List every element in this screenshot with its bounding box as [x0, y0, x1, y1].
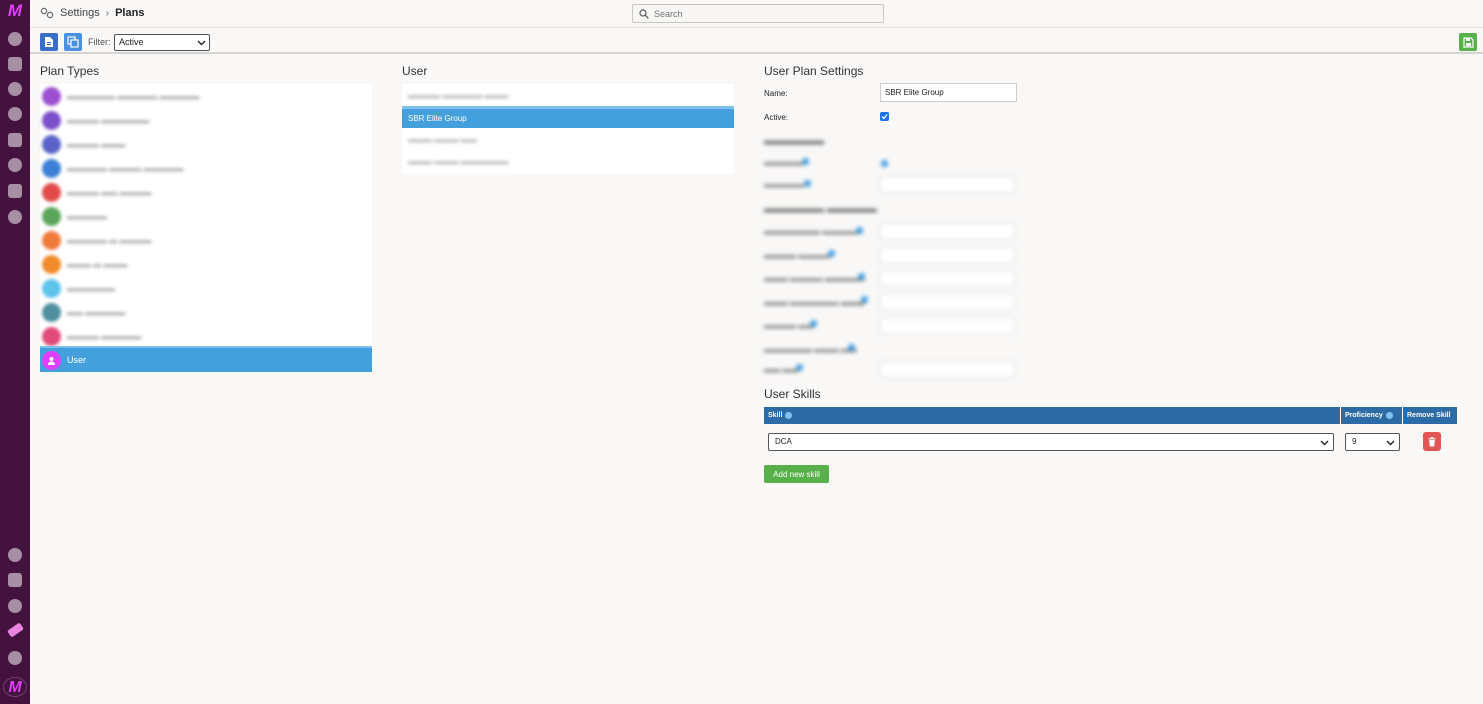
plan-type-icon — [42, 254, 61, 274]
top-bar: Settings › Plans — [30, 0, 1483, 28]
list-item[interactable]: ▬▬▬ ▬ ▬▬▬ — [40, 252, 372, 276]
plan-type-icon — [42, 158, 61, 178]
plans-icon[interactable] — [8, 184, 22, 198]
plan-type-icon — [42, 230, 61, 250]
new-document-icon — [45, 37, 53, 47]
proficiency-select[interactable]: 9 — [1345, 433, 1400, 451]
dashboard-icon[interactable] — [8, 32, 22, 46]
list-item[interactable]: ▬▬▬ ▬▬▬ ▬▬▬▬▬▬ — [402, 150, 734, 172]
bottom-icon-1[interactable] — [8, 548, 22, 562]
list-item[interactable]: ▬▬▬▬▬ ▬ ▬▬▬▬ — [40, 228, 372, 252]
search-icon — [639, 8, 649, 19]
bottom-icon-3[interactable] — [8, 599, 22, 613]
user-item-label: SBR Elite Group — [408, 114, 467, 123]
name-input[interactable]: SBR Elite Group — [880, 83, 1017, 102]
trash-icon — [1428, 436, 1436, 446]
new-plan-button[interactable] — [40, 33, 58, 51]
active-label: Active: — [764, 113, 789, 122]
list-item[interactable]: ▬▬ ▬▬▬▬▬ — [40, 300, 372, 324]
list-item[interactable]: ▬▬▬▬ ▬▬▬▬▬ — [40, 324, 372, 348]
app-rail: M M — [0, 0, 30, 704]
chevron-down-icon — [197, 40, 206, 46]
list-item[interactable]: ▬▬▬▬ ▬▬ ▬▬▬▬ — [40, 180, 372, 204]
user-icon — [42, 350, 61, 370]
plan-type-icon — [42, 182, 61, 202]
reports-icon[interactable] — [8, 133, 22, 147]
pencil-icon[interactable] — [7, 622, 24, 638]
save-icon — [1462, 36, 1474, 48]
bottom-icon-5[interactable] — [8, 651, 22, 665]
plan-type-icon — [42, 278, 61, 298]
settings-gears-icon — [40, 7, 54, 19]
breadcrumb-current: Plans — [115, 7, 145, 19]
filter-value: Active — [119, 37, 144, 47]
list-item[interactable]: ▬▬▬▬ ▬▬▬▬▬ ▬▬▬ — [402, 84, 734, 106]
check-icon — [881, 114, 888, 120]
copy-plan-button[interactable] — [64, 33, 82, 51]
user-panel-title: User — [402, 64, 428, 78]
remove-skill-button[interactable] — [1423, 432, 1441, 451]
brand-badge: M — [3, 677, 27, 697]
chevron-down-icon — [1386, 440, 1395, 446]
plan-type-icon — [42, 326, 61, 346]
save-button[interactable] — [1459, 33, 1477, 51]
plan-types-title: Plan Types — [40, 64, 100, 78]
user-item-selected[interactable]: SBR Elite Group — [402, 106, 734, 128]
users-icon[interactable] — [8, 107, 22, 121]
schedule-icon[interactable] — [8, 57, 22, 71]
chevron-down-icon — [1320, 440, 1329, 446]
settings-title: User Plan Settings — [764, 64, 864, 78]
add-skill-button[interactable]: Add new skill — [764, 465, 829, 483]
search-box[interactable] — [632, 4, 884, 23]
info-icon[interactable] — [1385, 412, 1393, 419]
plan-type-icon — [42, 134, 61, 154]
plan-type-icon — [42, 110, 61, 130]
filter-select[interactable]: Active — [114, 34, 210, 51]
active-checkbox[interactable] — [880, 112, 889, 121]
proficiency-column-header: Proficiency — [1341, 407, 1403, 424]
plan-type-icon — [42, 86, 61, 106]
copy-icon — [67, 36, 79, 48]
plan-type-label: User — [67, 355, 87, 365]
plan-type-icon — [42, 302, 61, 322]
remove-column-header: Remove Skill — [1407, 412, 1451, 419]
toolbar: Filter: Active — [30, 30, 1483, 54]
list-item[interactable]: ▬▬▬▬ ▬▬▬▬▬▬ — [40, 108, 372, 132]
gear-icon[interactable] — [8, 210, 22, 224]
app-logo[interactable]: M — [4, 2, 26, 20]
breadcrumb: Settings › Plans — [40, 7, 144, 19]
breadcrumb-settings[interactable]: Settings — [60, 7, 100, 19]
skills-title: User Skills — [764, 387, 821, 401]
settings-icon[interactable] — [8, 82, 22, 96]
user-list: ▬▬▬▬ ▬▬▬▬▬ ▬▬▬ SBR Elite Group ▬▬▬ ▬▬▬ ▬… — [402, 84, 734, 174]
list-item[interactable]: ▬▬▬▬▬ ▬▬▬▬ ▬▬▬▬▬ — [40, 156, 372, 180]
search-input[interactable] — [654, 8, 874, 19]
stats-icon[interactable] — [8, 158, 22, 172]
bottom-icon-2[interactable] — [8, 573, 22, 587]
plan-type-user[interactable]: User — [40, 346, 372, 372]
list-item[interactable]: ▬▬▬▬▬▬ — [40, 276, 372, 300]
skill-value: DCA — [775, 437, 792, 446]
redacted-settings: ▬▬▬▬▬▬ ▬▬▬▬▬ ▬▬▬▬▬ ▬▬▬▬▬▬ ▬▬▬▬▬ ▬▬▬▬▬▬▬ … — [764, 134, 1024, 379]
filter-label: Filter: — [88, 37, 111, 47]
proficiency-value: 9 — [1352, 437, 1357, 446]
skills-table-header: Skill Proficiency Remove Skill — [764, 407, 1457, 424]
name-label: Name: — [764, 89, 788, 98]
list-item[interactable]: ▬▬▬▬ ▬▬▬ — [40, 132, 372, 156]
plan-types-list: ▬▬▬▬▬▬ ▬▬▬▬▬ ▬▬▬▬▬ ▬▬▬▬ ▬▬▬▬▬▬ ▬▬▬▬ ▬▬▬ … — [40, 84, 372, 372]
list-item[interactable]: ▬▬▬▬▬ — [40, 204, 372, 228]
skill-select[interactable]: DCA — [768, 433, 1334, 451]
skill-column-header: Skill — [764, 407, 1341, 424]
list-item[interactable]: ▬▬▬ ▬▬▬ ▬▬ — [402, 128, 734, 150]
info-icon[interactable] — [785, 412, 793, 419]
list-item[interactable]: ▬▬▬▬▬▬ ▬▬▬▬▬ ▬▬▬▬▬ — [40, 84, 372, 108]
breadcrumb-separator: › — [105, 7, 110, 19]
plan-type-icon — [42, 206, 61, 226]
